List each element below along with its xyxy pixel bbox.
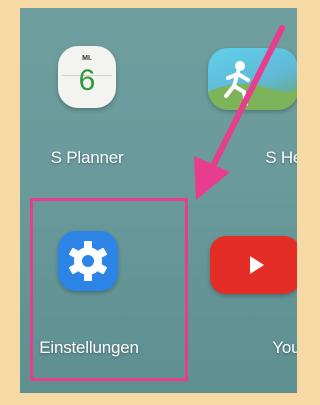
pointer-arrow	[194, 25, 285, 200]
home-screen: MI. 6 S Planner S Health	[20, 8, 297, 393]
